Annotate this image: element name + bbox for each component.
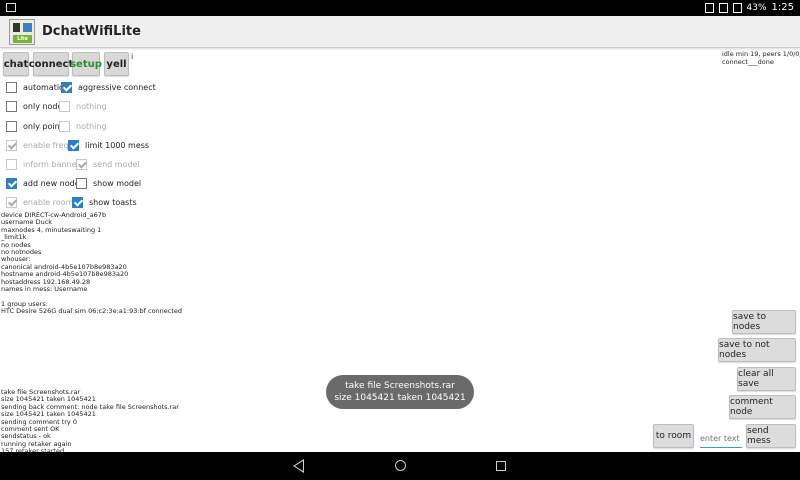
nothing-2-checkbox <box>59 121 70 132</box>
only-node-label: only node <box>23 102 63 111</box>
home-icon[interactable] <box>395 460 406 471</box>
automatic-label: automatic <box>23 83 64 92</box>
option-send-model: send model <box>76 159 140 170</box>
option-aggressive-connect[interactable]: aggressive connect <box>61 82 156 93</box>
inform-banned-label: inform banned <box>23 160 82 169</box>
option-limit-1000[interactable]: limit 1000 mess <box>68 140 149 151</box>
activity-log-text: take file Screenshots.rar size 1045421 t… <box>1 388 179 455</box>
send-model-checkbox <box>76 159 87 170</box>
inform-banned-checkbox <box>6 159 17 170</box>
save-to-not-nodes-button[interactable]: save to not nodes <box>718 338 796 362</box>
tab-yell[interactable]: yell <box>104 52 129 76</box>
limit-1000-checkbox[interactable] <box>68 140 79 151</box>
status-bar: 43% 1:25 <box>0 0 800 16</box>
option-show-toasts[interactable]: show toasts <box>72 197 137 208</box>
vibrate-icon <box>704 2 714 13</box>
nothing-1-checkbox <box>59 101 70 112</box>
send-mess-button[interactable]: send mess <box>746 424 796 448</box>
limit-1000-label: limit 1000 mess <box>85 141 150 150</box>
top-marker: i <box>131 52 134 61</box>
show-toasts-label: show toasts <box>89 198 137 207</box>
tab-chat[interactable]: chat <box>3 52 29 76</box>
nothing-2-label: nothing <box>76 122 107 131</box>
enable-rooms-label: enable rooms <box>23 198 78 207</box>
back-icon[interactable] <box>293 459 304 473</box>
to-room-button[interactable]: to room <box>653 424 694 448</box>
app-logo-icon: Lite <box>9 19 35 45</box>
screenshot-notification-icon <box>6 3 16 12</box>
device-info-text: device DIRECT-cw-Android_a67b username D… <box>1 211 183 316</box>
navigation-bar <box>0 452 800 480</box>
tab-connect[interactable]: connect <box>29 52 73 76</box>
recent-apps-icon[interactable] <box>496 461 506 471</box>
battery-percent: 43% <box>746 2 767 13</box>
tab-setup[interactable]: setup <box>70 52 102 76</box>
show-toasts-checkbox[interactable] <box>72 197 83 208</box>
app-title: DchatWifiLite <box>42 24 141 39</box>
enable-freqs-label: enable freqs <box>23 141 73 150</box>
option-automatic[interactable]: automatic <box>6 82 63 93</box>
save-to-nodes-button[interactable]: save to nodes <box>732 310 796 334</box>
clock: 1:25 <box>771 2 794 13</box>
aggressive-connect-label: aggressive connect <box>78 83 156 92</box>
enable-freqs-checkbox <box>6 140 17 151</box>
option-inform-banned: inform banned <box>6 159 82 170</box>
option-show-model[interactable]: show model <box>76 178 141 189</box>
automatic-checkbox[interactable] <box>6 82 17 93</box>
app-bar: Lite DchatWifiLite <box>0 16 800 48</box>
send-model-label: send model <box>93 160 140 169</box>
only-point-label: only point <box>23 122 63 131</box>
option-nothing-2: nothing <box>59 121 107 132</box>
aggressive-connect-checkbox[interactable] <box>61 82 72 93</box>
option-enable-freqs: enable freqs <box>6 140 73 151</box>
option-add-new-nodes[interactable]: add new nodes <box>6 178 84 189</box>
option-only-node[interactable]: only node <box>6 101 62 112</box>
only-node-checkbox[interactable] <box>6 101 17 112</box>
option-enable-rooms: enable rooms <box>6 197 78 208</box>
option-only-point[interactable]: only point <box>6 121 63 132</box>
comment-node-button[interactable]: comment node <box>729 395 796 419</box>
option-nothing-1: nothing <box>59 101 107 112</box>
clear-all-save-button[interactable]: clear all save <box>737 367 796 391</box>
add-new-nodes-label: add new nodes <box>23 179 84 188</box>
message-input[interactable] <box>700 430 742 448</box>
show-model-label: show model <box>93 179 142 188</box>
connection-status-text: idle min 19, peers 1/0/0/\|\ connect___d… <box>722 50 800 66</box>
logo-text: Lite <box>13 35 32 43</box>
signal-icon <box>718 2 728 13</box>
toast-message: take file Screenshots.rar size 1045421 t… <box>326 375 474 409</box>
battery-icon <box>732 2 742 13</box>
enable-rooms-checkbox <box>6 197 17 208</box>
show-model-checkbox[interactable] <box>76 178 87 189</box>
nothing-1-label: nothing <box>76 102 107 111</box>
only-point-checkbox[interactable] <box>6 121 17 132</box>
add-new-nodes-checkbox[interactable] <box>6 178 17 189</box>
